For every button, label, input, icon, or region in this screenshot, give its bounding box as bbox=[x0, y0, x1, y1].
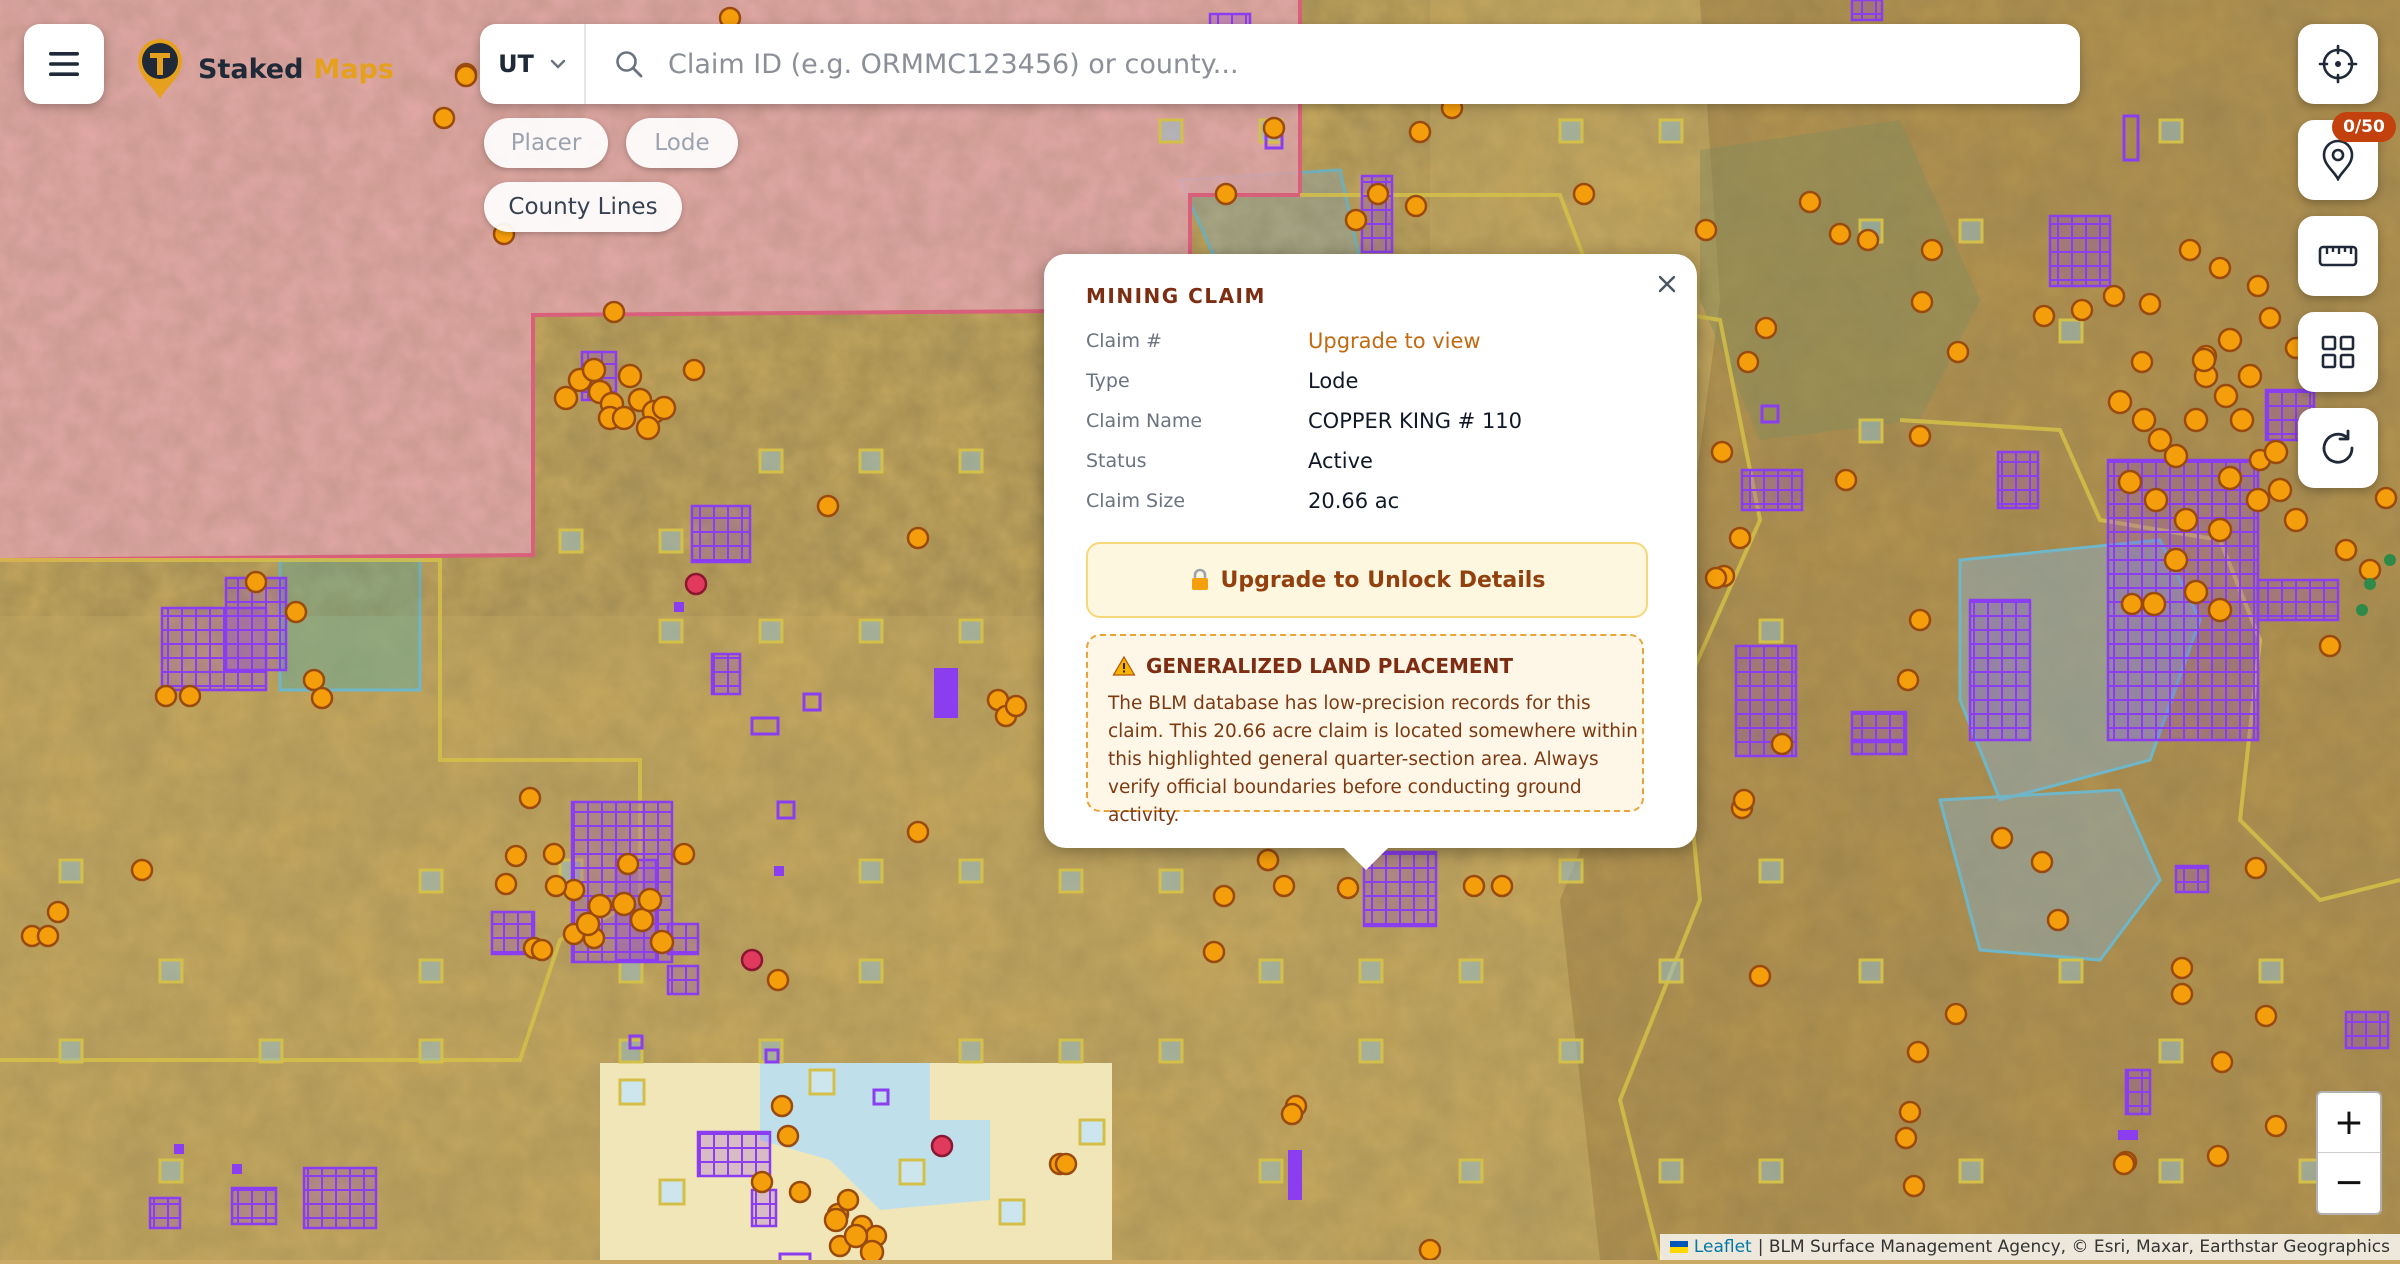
upgrade-unlock-label: Upgrade to Unlock Details bbox=[1220, 567, 1546, 593]
claim-type-value: Lode bbox=[1308, 369, 1359, 393]
claim-name-row: Claim Name COPPER KING # 110 bbox=[1086, 404, 1522, 438]
state-select[interactable]: UT bbox=[480, 24, 586, 104]
refresh-button[interactable] bbox=[2298, 408, 2378, 488]
logo-pin-icon bbox=[138, 39, 182, 99]
popup-title: MINING CLAIM bbox=[1086, 284, 1266, 308]
upgrade-unlock-button[interactable]: Upgrade to Unlock Details bbox=[1086, 542, 1648, 618]
state-select-value: UT bbox=[498, 50, 534, 78]
crosshair-icon bbox=[2318, 44, 2358, 84]
chevron-down-icon bbox=[550, 59, 566, 69]
close-icon bbox=[1658, 275, 1676, 293]
claim-name-value: COPPER KING # 110 bbox=[1308, 409, 1523, 433]
filter-chip-county-lines[interactable]: County Lines bbox=[484, 182, 682, 232]
leaflet-link[interactable]: Leaflet bbox=[1694, 1237, 1752, 1257]
claim-status-label: Status bbox=[1086, 450, 1147, 472]
grid-icon bbox=[2321, 335, 2355, 369]
claim-number-row: Claim # Upgrade to view bbox=[1086, 324, 1481, 358]
saved-count-badge: 0/50 bbox=[2332, 112, 2396, 142]
zoom-out-button[interactable]: − bbox=[2318, 1153, 2380, 1212]
app-logo[interactable]: Staked Maps bbox=[134, 34, 394, 104]
layers-button[interactable] bbox=[2298, 312, 2378, 392]
search-icon bbox=[614, 49, 644, 79]
generalized-placement-warning: GENERALIZED LAND PLACEMENT The BLM datab… bbox=[1086, 634, 1644, 826]
popup-tip bbox=[1342, 846, 1390, 870]
claim-size-row: Claim Size 20.66 ac bbox=[1086, 484, 1399, 518]
refresh-icon bbox=[2322, 429, 2354, 464]
zoom-control: + − bbox=[2316, 1091, 2382, 1215]
warning-icon bbox=[1112, 655, 1136, 676]
logo-word-staked: Staked bbox=[198, 53, 304, 85]
map-pin-icon bbox=[2322, 139, 2354, 181]
logo-word-maps: Maps bbox=[313, 53, 394, 85]
zoom-in-button[interactable]: + bbox=[2318, 1093, 2380, 1153]
claim-number-upgrade-link[interactable]: Upgrade to view bbox=[1308, 329, 1481, 353]
claim-size-label: Claim Size bbox=[1086, 490, 1186, 512]
attribution-sources: | BLM Surface Management Agency, © Esri,… bbox=[1757, 1237, 2390, 1257]
map-attribution: Leaflet | BLM Surface Management Agency,… bbox=[1659, 1234, 2400, 1260]
filter-chip-placer[interactable]: Placer bbox=[484, 118, 608, 168]
hamburger-icon bbox=[49, 52, 79, 76]
claim-type-label: Type bbox=[1086, 370, 1130, 392]
measure-button[interactable] bbox=[2298, 216, 2378, 296]
filter-chip-lode[interactable]: Lode bbox=[626, 118, 738, 168]
claim-status-value: Active bbox=[1308, 449, 1373, 473]
close-button[interactable] bbox=[1649, 266, 1685, 302]
lock-icon bbox=[1191, 568, 1208, 590]
search-input[interactable] bbox=[666, 47, 2070, 81]
claim-type-row: Type Lode bbox=[1086, 364, 1358, 398]
warning-text: The BLM database has low-precision recor… bbox=[1108, 693, 1638, 826]
search-bar: UT bbox=[480, 24, 2080, 104]
ruler-icon bbox=[2318, 245, 2358, 267]
claim-number-label: Claim # bbox=[1086, 330, 1162, 352]
claim-name-label: Claim Name bbox=[1086, 410, 1203, 432]
claim-status-row: Status Active bbox=[1086, 444, 1373, 478]
claim-size-value: 20.66 ac bbox=[1308, 489, 1400, 513]
menu-button[interactable] bbox=[24, 24, 104, 104]
ukraine-flag-icon bbox=[1669, 1241, 1688, 1253]
claim-popup: MINING CLAIM Claim # Upgrade to view Typ… bbox=[1044, 254, 1697, 848]
warning-title: GENERALIZED LAND PLACEMENT bbox=[1146, 654, 1513, 678]
locate-button[interactable] bbox=[2298, 24, 2378, 104]
